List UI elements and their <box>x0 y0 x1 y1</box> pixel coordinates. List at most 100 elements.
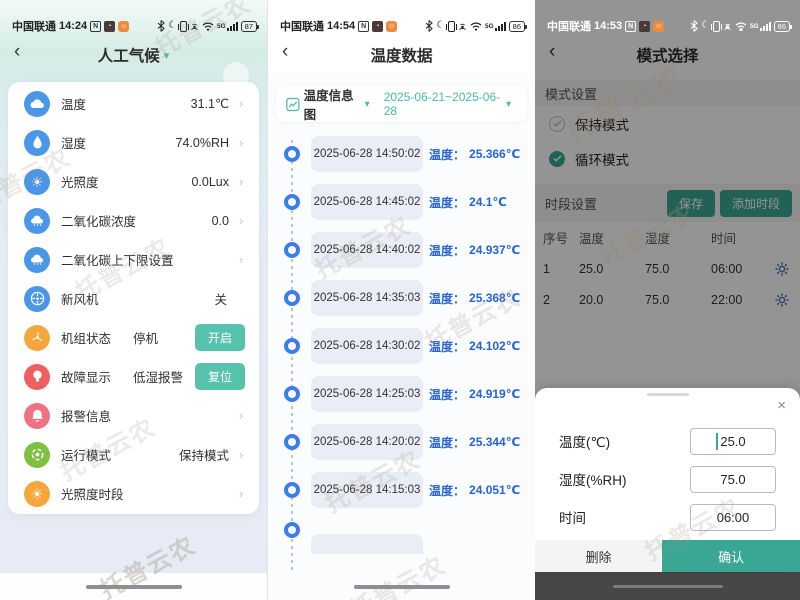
time-input[interactable] <box>690 504 776 531</box>
temperature-timeline[interactable]: 2025-06-28 14:50:02 温度：25.366℃ 2025-06-2… <box>268 130 535 570</box>
chevron-down-icon[interactable]: ▾ <box>164 49 170 62</box>
chevron-right-icon: › <box>237 447 245 462</box>
temperature-data-screen: 中国联通 14:54 N ◔ ☺ ☾ 5G 86 ‹ 温度数据 <box>267 0 535 600</box>
date-range-select[interactable]: 2025-06-21~2025-06-28 <box>384 90 502 118</box>
wifi-icon <box>202 22 214 31</box>
network-type-label: 5G <box>217 23 226 30</box>
chevron-down-icon[interactable]: ▾ <box>506 99 511 110</box>
back-icon[interactable]: ‹ <box>14 42 20 61</box>
co2-limit-icon <box>24 247 50 273</box>
bluetooth-icon <box>425 20 433 32</box>
chevron-right-icon: › <box>237 135 245 150</box>
light-period-icon: ☀ <box>24 481 50 507</box>
hotspot-icon <box>723 21 732 31</box>
row-value: 关 <box>214 289 227 308</box>
sun-light-icon: ☀ <box>24 169 50 195</box>
close-icon[interactable]: × <box>777 398 786 413</box>
climate-screen: 中国联通 14:24 N ◔ ☺ ☾ 5G 87 ‹ 人工气候 ▾ <box>0 0 267 600</box>
home-indicator-area <box>0 573 267 600</box>
statusbar-left: 中国联通 14:24 N ◔ ☺ ☾ 5G 87 <box>0 0 267 38</box>
row-value: 31.1℃ <box>191 96 229 111</box>
row-label: 二氧化碳上下限设置 <box>61 250 174 269</box>
timeline-dot-icon <box>284 290 300 306</box>
row-temperature[interactable]: 温度 31.1℃ › <box>8 84 259 123</box>
temp-label: 温度： <box>429 242 465 259</box>
unit-fan-icon <box>24 325 50 351</box>
chevron-right-icon: › <box>237 96 245 111</box>
signal-bars-icon <box>760 21 771 31</box>
vibrate-icon <box>448 21 455 32</box>
timeline-entry: 2025-06-28 14:30:02 温度：24.102℃ <box>268 322 535 370</box>
timeline-dot-icon <box>284 194 300 210</box>
row-label: 新风机 <box>61 289 99 308</box>
confirm-button[interactable]: 确认 <box>662 540 800 572</box>
back-icon[interactable]: ‹ <box>282 42 288 61</box>
carrier-label: 中国联通 <box>547 18 591 34</box>
temp-value: 24.051℃ <box>469 483 520 497</box>
wifi-icon <box>735 22 747 31</box>
timeline-dot-icon <box>284 146 300 162</box>
chevron-down-icon[interactable]: ▾ <box>365 99 370 110</box>
row-label: 温度 <box>61 94 86 113</box>
chevron-right-icon: › <box>237 213 245 228</box>
bluetooth-icon <box>690 20 698 32</box>
edit-period-modal: × 温度(℃) 湿度(%RH) 时间 <box>535 388 800 572</box>
humidity-input[interactable] <box>690 466 776 493</box>
page-title: 温度数据 <box>370 44 432 66</box>
temp-label: 温度： <box>429 194 465 211</box>
navbar-temperature-data: ‹ 温度数据 <box>268 38 535 72</box>
three-phone-screenshots: 中国联通 14:24 N ◔ ☺ ☾ 5G 87 ‹ 人工气候 ▾ <box>0 0 800 600</box>
signal-bars-icon <box>227 21 238 31</box>
reset-button[interactable]: 复位 <box>195 363 245 390</box>
row-label: 光照度时段 <box>61 484 124 503</box>
carrier-label: 中国联通 <box>280 18 324 34</box>
alarm-badge-icon: ◔ <box>372 21 383 32</box>
temp-value: 25.368℃ <box>469 291 520 305</box>
chart-type-select[interactable]: 温度信息图 <box>304 85 361 123</box>
entry-timestamp: 2025-06-28 14:25:03 <box>314 388 421 400</box>
clock-label: 14:54 <box>327 20 355 32</box>
row-label: 光照度 <box>61 172 99 191</box>
network-type-label: 5G <box>485 23 494 30</box>
timeline-entry: 2025-06-28 14:45:02 温度： 24.1℃ <box>268 178 535 226</box>
row-label: 报警信息 <box>61 406 111 425</box>
row-label: 二氧化碳浓度 <box>61 211 136 230</box>
home-indicator[interactable] <box>354 585 450 589</box>
row-fresh-air-fan[interactable]: 新风机 关 <box>8 279 259 318</box>
text-cursor <box>716 433 718 450</box>
drag-handle[interactable] <box>647 393 689 396</box>
clock-label: 14:53 <box>594 20 622 32</box>
timeline-entry: 2025-06-28 14:40:02 温度：24.937℃ <box>268 226 535 274</box>
temp-value: 24.102℃ <box>469 339 520 353</box>
timeline-entry: 2025-06-28 14:15:03 温度：24.051℃ <box>268 466 535 514</box>
temp-value: 24.937℃ <box>469 243 520 257</box>
delete-button[interactable]: 删除 <box>535 540 662 572</box>
row-co2-limits[interactable]: 二氧化碳上下限设置 › <box>8 240 259 279</box>
timeline-entry: 2025-06-28 14:35:03 温度：25.368℃ <box>268 274 535 322</box>
row-alarm-info[interactable]: 报警信息 › <box>8 396 259 435</box>
hotspot-icon <box>190 21 199 31</box>
filter-bar: 温度信息图 ▾ 2025-06-21~2025-06-28 ▾ <box>276 86 527 122</box>
temp-value: 24.1℃ <box>469 195 507 209</box>
home-indicator[interactable] <box>86 585 182 589</box>
row-label: 故障显示 <box>61 367 111 386</box>
row-run-mode[interactable]: 运行模式 保持模式 › <box>8 435 259 474</box>
temperature-input[interactable] <box>690 428 776 455</box>
row-light-period[interactable]: ☀ 光照度时段 › <box>8 474 259 513</box>
turn-on-button[interactable]: 开启 <box>195 324 245 351</box>
timeline-dot-icon <box>284 386 300 402</box>
row-light[interactable]: ☀ 光照度 0.0Lux › <box>8 162 259 201</box>
row-humidity[interactable]: 湿度 74.0%RH › <box>8 123 259 162</box>
timeline-dot-icon <box>284 338 300 354</box>
timeline-entry: 2025-06-28 14:50:02 温度：25.366℃ <box>268 130 535 178</box>
mode-select-screen: ‹ 模式选择 模式设置 保持模式 循环模式 时段设置 保存 添加时段 <box>535 0 800 600</box>
line-chart-icon <box>286 97 300 112</box>
timeline-dot-icon <box>284 482 300 498</box>
statusbar-right: 中国联通 14:53 N ◔ ☺ ☾ 5G 86 <box>535 0 800 38</box>
timeline-entry: 2025-06-28 14:20:02 温度：25.344℃ <box>268 418 535 466</box>
row-co2[interactable]: 二氧化碳浓度 0.0 › <box>8 201 259 240</box>
entry-timestamp: 2025-06-28 14:30:02 <box>314 340 421 352</box>
temp-value: 25.366℃ <box>469 147 520 161</box>
field-label: 温度(℃) <box>559 431 610 451</box>
entry-timestamp: 2025-06-28 14:45:02 <box>314 196 421 208</box>
